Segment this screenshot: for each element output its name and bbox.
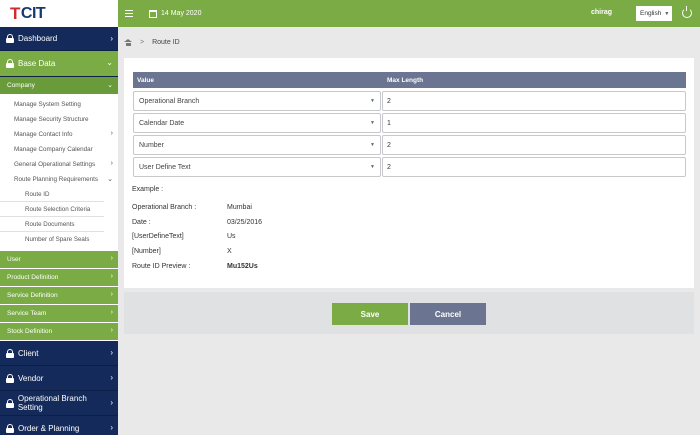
submenu-item[interactable]: Route Planning Requirements ⌄ xyxy=(0,172,118,187)
chevron-right-icon: › xyxy=(110,255,113,262)
calendar-icon xyxy=(149,9,157,18)
table-row: Number ▼ 2 xyxy=(133,135,686,155)
cancel-button[interactable]: Cancel xyxy=(410,303,486,325)
submenu-item[interactable]: General Operational Settings › xyxy=(0,157,118,172)
sidebar: T CIT Dashboard › Base Data ⌄ Company ⌄ M… xyxy=(0,0,118,435)
chevron-right-icon: › xyxy=(110,327,113,334)
sidebar-item-user[interactable]: User › xyxy=(0,251,118,269)
route-submenu-item[interactable]: Route Selection Criteria xyxy=(0,202,104,217)
logo[interactable]: T CIT xyxy=(10,4,46,24)
column-header-value: Value xyxy=(137,76,154,84)
caret-down-icon: ▼ xyxy=(370,120,375,126)
logout-icon[interactable] xyxy=(682,6,692,18)
value-select[interactable]: Operational Branch ▼ xyxy=(133,91,381,111)
caret-down-icon: ▼ xyxy=(370,142,375,148)
value-select[interactable]: Calendar Date ▼ xyxy=(133,113,381,133)
sidebar-item-base-data[interactable]: Base Data ⌄ xyxy=(0,51,118,77)
breadcrumb-current: Route ID xyxy=(152,39,180,46)
save-button[interactable]: Save xyxy=(332,303,408,325)
chevron-right-icon: › xyxy=(110,398,113,407)
column-header-max-length: Max Length xyxy=(387,76,424,84)
sidebar-item-vendor[interactable]: Vendor › xyxy=(0,366,118,391)
chevron-right-icon: › xyxy=(110,273,113,280)
chevron-right-icon: › xyxy=(110,348,113,357)
route-id-panel: Value Max Length Operational Branch ▼ 2 C… xyxy=(124,58,694,288)
table-row: User Define Text ▼ 2 xyxy=(133,157,686,177)
submenu-item[interactable]: Manage Contact Info › xyxy=(0,127,118,142)
example-label: [Number] xyxy=(132,248,161,255)
route-id-preview: Mu152Us xyxy=(227,263,258,270)
lock-icon xyxy=(6,34,14,43)
sidebar-item-service-team[interactable]: Service Team › xyxy=(0,305,118,323)
route-submenu-item[interactable]: Route ID xyxy=(0,187,104,202)
caret-down-icon: ▼ xyxy=(370,98,375,104)
chevron-right-icon: › xyxy=(110,130,113,137)
username[interactable]: chirag xyxy=(591,9,612,16)
example-label: Route ID Preview : xyxy=(132,263,191,270)
lock-icon xyxy=(6,59,14,68)
example-label: Operational Branch : xyxy=(132,204,197,211)
example-label: [UserDefineText] xyxy=(132,233,184,240)
table-header: Value Max Length xyxy=(133,72,686,88)
breadcrumb: > Route ID xyxy=(124,39,180,46)
sidebar-item-company[interactable]: Company ⌄ xyxy=(0,77,118,95)
example-title: Example : xyxy=(132,186,164,193)
caret-down-icon: ▼ xyxy=(370,164,375,170)
lock-icon xyxy=(6,348,14,358)
menu-icon[interactable] xyxy=(125,10,133,17)
chevron-down-icon: ⌄ xyxy=(106,58,113,67)
example-value: Mumbai xyxy=(227,204,252,211)
sidebar-item-service-definition[interactable]: Service Definition › xyxy=(0,287,118,305)
chevron-down-icon: ⌄ xyxy=(107,82,113,89)
max-length-input[interactable]: 1 xyxy=(382,113,686,133)
current-date: 14 May 2020 xyxy=(161,10,202,17)
sidebar-item-product-definition[interactable]: Product Definition › xyxy=(0,269,118,287)
submenu-item[interactable]: Manage Security Structure xyxy=(0,112,118,127)
submenu-item[interactable]: Manage Company Calendar xyxy=(0,142,118,157)
route-submenu-item[interactable]: Number of Spare Seals xyxy=(0,232,104,247)
action-bar: Save Cancel xyxy=(124,292,694,334)
sidebar-item-dashboard[interactable]: Dashboard › xyxy=(0,27,118,51)
chevron-right-icon: › xyxy=(110,309,113,316)
sidebar-item-operational-branch-setting[interactable]: Operational Branch Setting › xyxy=(0,391,118,416)
sidebar-item-client[interactable]: Client › xyxy=(0,341,118,366)
home-icon[interactable] xyxy=(124,39,132,46)
chevron-right-icon: › xyxy=(110,160,113,167)
sidebar-item-order-planning[interactable]: Order & Planning › xyxy=(0,416,118,435)
example-value: X xyxy=(227,248,232,255)
example-value: 03/25/2016 xyxy=(227,219,263,226)
value-select[interactable]: Number ▼ xyxy=(133,135,381,155)
chevron-right-icon: › xyxy=(110,34,113,43)
chevron-right-icon: › xyxy=(110,291,113,298)
route-submenu-item[interactable]: Route Documents xyxy=(0,217,104,232)
example-label: Date : xyxy=(132,219,151,226)
max-length-input[interactable]: 2 xyxy=(382,157,686,177)
top-bar: 14 May 2020 chirag English ▼ xyxy=(118,0,700,27)
chevron-right-icon: › xyxy=(110,423,113,432)
submenu-item[interactable]: Manage System Setting xyxy=(0,97,118,112)
language-select[interactable]: English ▼ xyxy=(636,6,672,21)
company-submenu: Manage System Setting Manage Security St… xyxy=(0,95,118,251)
sidebar-item-stock-definition[interactable]: Stock Definition › xyxy=(0,323,118,341)
lock-icon xyxy=(6,423,14,433)
table-row: Calendar Date ▼ 1 xyxy=(133,113,686,133)
caret-down-icon: ▼ xyxy=(664,10,670,17)
example-value: Us xyxy=(227,233,236,240)
chevron-right-icon: › xyxy=(110,373,113,382)
chevron-down-icon: ⌄ xyxy=(107,176,113,183)
breadcrumb-separator: > xyxy=(140,39,145,46)
value-select[interactable]: User Define Text ▼ xyxy=(133,157,381,177)
max-length-input[interactable]: 2 xyxy=(382,135,686,155)
lock-icon xyxy=(6,398,14,408)
logo-area: T CIT xyxy=(0,0,118,27)
table-row: Operational Branch ▼ 2 xyxy=(133,91,686,111)
max-length-input[interactable]: 2 xyxy=(382,91,686,111)
lock-icon xyxy=(6,373,14,383)
